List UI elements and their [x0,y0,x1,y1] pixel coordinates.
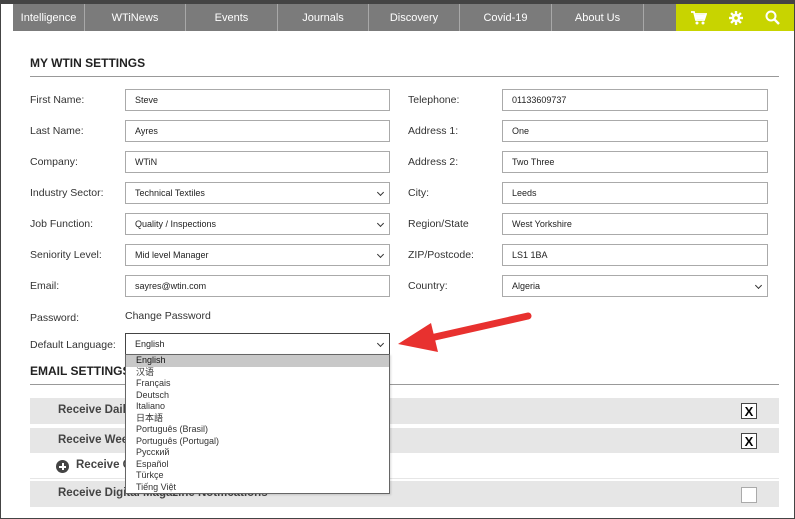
industry-sector-label: Industry Sector: [30,187,104,199]
region-input[interactable]: West Yorkshire [502,213,768,235]
default-language-select[interactable]: English [125,333,390,355]
daily-checkbox[interactable]: X [741,403,757,419]
company-input[interactable]: WTiN [125,151,390,173]
first-name-label: First Name: [30,94,85,106]
plus-circle-icon[interactable] [56,460,69,473]
language-option[interactable]: 日本語 [126,413,389,425]
first-name-input[interactable]: Steve [125,89,390,111]
city-input[interactable]: Leeds [502,182,768,204]
region-label: Region/State [408,218,469,230]
seniority-level-label: Seniority Level: [30,249,102,261]
job-function-select[interactable]: Quality / Inspections [125,213,390,235]
nav-journals[interactable]: Journals [278,4,369,31]
language-option[interactable]: 汉语 [126,367,389,379]
address1-input[interactable]: One [502,120,768,142]
language-option[interactable]: Português (Portugal) [126,436,389,448]
language-option[interactable]: Русский [126,447,389,459]
nav-icon-bar [676,4,794,31]
section-divider [30,76,779,77]
language-option[interactable]: Deutsch [126,390,389,402]
digital-magazine-checkbox[interactable] [741,487,757,503]
telephone-input[interactable]: 01133609737 [502,89,768,111]
nav-intelligence[interactable]: Intelligence [13,4,85,31]
email-row-label: Receive Wee [58,434,129,446]
zip-input[interactable]: LS1 1BA [502,244,768,266]
address1-label: Address 1: [408,125,459,137]
nav-about-us[interactable]: About Us [552,4,644,31]
password-label: Password: [30,312,80,324]
default-language-label: Default Language: [30,339,116,351]
nav-covid-19[interactable]: Covid-19 [460,4,552,31]
language-option[interactable]: Türkçe [126,470,389,482]
country-label: Country: [408,280,448,292]
browser-frame: Intelligence WTiNews Events Journals Dis… [0,0,795,519]
zip-label: ZIP/Postcode: [408,249,474,261]
address2-input[interactable]: Two Three [502,151,768,173]
language-option[interactable]: Español [126,459,389,471]
job-function-label: Job Function: [30,218,94,230]
language-option[interactable]: English [126,355,389,367]
cart-icon[interactable] [684,4,714,31]
last-name-label: Last Name: [30,125,84,137]
last-name-input[interactable]: Ayres [125,120,390,142]
seniority-level-select[interactable]: Mid level Manager [125,244,390,266]
telephone-label: Telephone: [408,94,460,106]
address2-label: Address 2: [408,156,459,168]
gear-icon[interactable] [721,4,751,31]
language-option[interactable]: Français [126,378,389,390]
language-option[interactable]: Tiếng Việt [126,482,389,494]
nav-events[interactable]: Events [186,4,278,31]
language-option[interactable]: Português (Brasil) [126,424,389,436]
email-label: Email: [30,280,60,292]
email-input[interactable]: sayres@wtin.com [125,275,390,297]
company-label: Company: [30,156,78,168]
search-icon[interactable] [758,4,788,31]
main-nav: Intelligence WTiNews Events Journals Dis… [13,4,794,31]
language-option[interactable]: Italiano [126,401,389,413]
city-label: City: [408,187,429,199]
email-row-label: Receive Daily [58,404,133,416]
country-select[interactable]: Algeria [502,275,768,297]
weekly-checkbox[interactable]: X [741,433,757,449]
nav-discovery[interactable]: Discovery [369,4,460,31]
nav-wtinews[interactable]: WTiNews [85,4,186,31]
email-settings-title: EMAIL SETTINGS [30,364,131,378]
wtin-settings-title: MY WTIN SETTINGS [30,56,146,70]
language-dropdown-list: English 汉语 Français Deutsch Italiano 日本語… [125,354,390,494]
change-password-link[interactable]: Change Password [125,310,211,322]
industry-sector-select[interactable]: Technical Textiles [125,182,390,204]
